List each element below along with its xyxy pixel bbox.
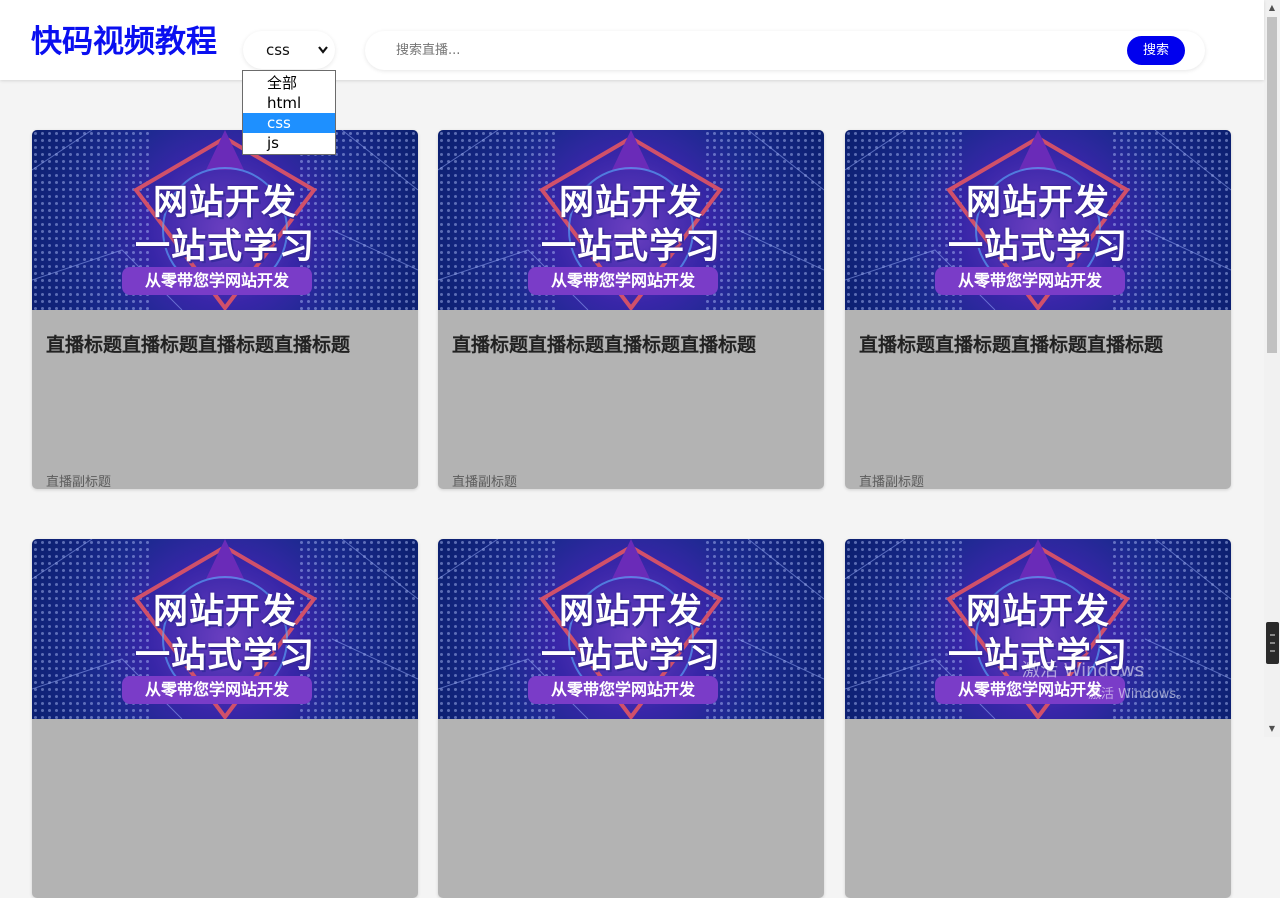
live-card[interactable]: 网站开发 一站式学习 从零带您学网站开发 [438, 539, 824, 898]
category-select[interactable]: css [243, 31, 335, 69]
site-logo[interactable]: 快码视频教程 [31, 22, 217, 62]
thumbnail-tagline: 从零带您学网站开发 [935, 267, 1125, 295]
scrollbar-thumb[interactable] [1267, 17, 1277, 353]
category-dropdown-list: 全部 html css js [242, 70, 336, 155]
live-card[interactable]: 网站开发 一站式学习 从零带您学网站开发 直播标题直播标题直播标题直播标题 直播… [438, 130, 824, 489]
thumbnail-headline-2: 一站式学习 [134, 227, 315, 267]
category-option-css[interactable]: css [243, 113, 335, 133]
live-card[interactable]: 网站开发 一站式学习 从零带您学网站开发 [32, 539, 418, 898]
thumbnail-headline-2: 一站式学习 [947, 227, 1128, 267]
card-subtitle: 直播副标题 [452, 475, 518, 489]
card-thumbnail: 网站开发 一站式学习 从零带您学网站开发 [438, 130, 824, 310]
category-option-html[interactable]: html [243, 93, 335, 113]
card-subtitle: 直播副标题 [859, 475, 925, 489]
scroll-up-arrow-icon[interactable]: ▲ [1264, 0, 1280, 16]
activation-watermark: 激活 Windows [1022, 660, 1145, 681]
activation-watermark-sub: 激活 Windows。 [1088, 687, 1190, 702]
card-title: 直播标题直播标题直播标题直播标题 [859, 334, 1164, 356]
card-subtitle: 直播副标题 [46, 475, 112, 489]
live-card[interactable]: 网站开发 一站式学习 从零带您学网站开发 直播标题直播标题直播标题直播标题 直播… [32, 130, 418, 489]
search-button[interactable]: 搜索 [1127, 36, 1185, 65]
thumbnail-headline-2: 一站式学习 [540, 227, 721, 267]
thumbnail-headline-2: 一站式学习 [134, 636, 315, 676]
search-box: 搜索 [365, 31, 1205, 70]
live-card[interactable]: 网站开发 一站式学习 从零带您学网站开发 直播标题直播标题直播标题直播标题 直播… [845, 130, 1231, 489]
card-thumbnail: 网站开发 一站式学习 从零带您学网站开发 [845, 130, 1231, 310]
side-handle[interactable] [1266, 622, 1279, 664]
top-header: 快码视频教程 css 搜索 [0, 0, 1264, 80]
card-thumbnail: 网站开发 一站式学习 从零带您学网站开发 [32, 539, 418, 719]
live-card[interactable]: 网站开发 一站式学习 从零带您学网站开发 [845, 539, 1231, 898]
thumbnail-tagline: 从零带您学网站开发 [122, 267, 312, 295]
card-thumbnail: 网站开发 一站式学习 从零带您学网站开发 [32, 130, 418, 310]
card-thumbnail: 网站开发 一站式学习 从零带您学网站开发 [438, 539, 824, 719]
category-option-js[interactable]: js [243, 133, 335, 153]
thumbnail-tagline: 从零带您学网站开发 [122, 676, 312, 704]
thumbnail-tagline: 从零带您学网站开发 [528, 676, 718, 704]
category-select-value: css [266, 41, 290, 59]
category-option-all[interactable]: 全部 [243, 73, 335, 93]
card-title: 直播标题直播标题直播标题直播标题 [46, 334, 351, 356]
thumbnail-tagline: 从零带您学网站开发 [528, 267, 718, 295]
card-title: 直播标题直播标题直播标题直播标题 [452, 334, 757, 356]
scroll-down-arrow-icon[interactable]: ▼ [1264, 721, 1280, 737]
search-input[interactable] [365, 31, 1105, 70]
thumbnail-headline-2: 一站式学习 [540, 636, 721, 676]
